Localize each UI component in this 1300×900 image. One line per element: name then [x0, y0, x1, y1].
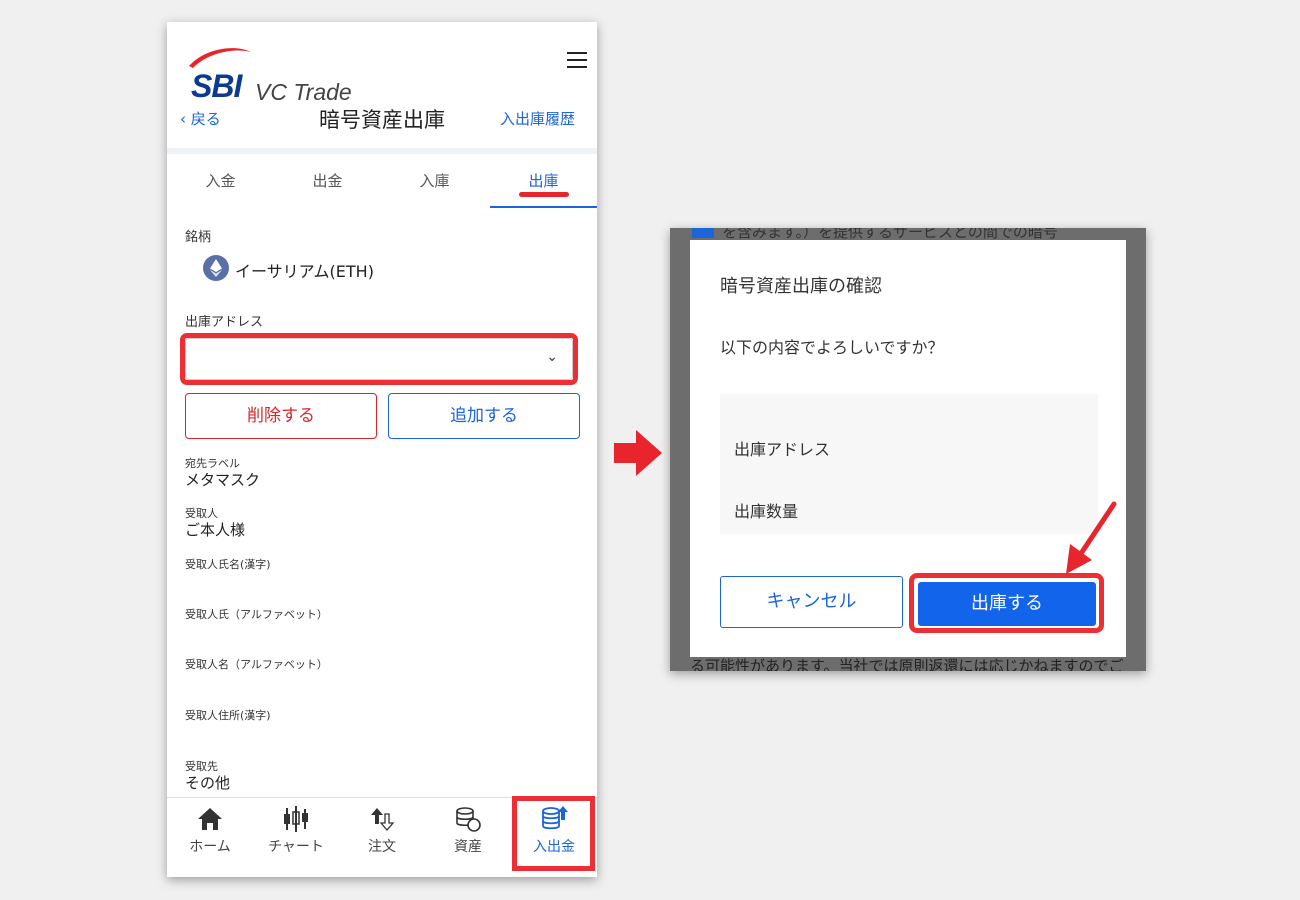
- nav-chart-label: チャート: [268, 839, 324, 855]
- logo-vc-trade-text: VC Trade: [255, 79, 352, 105]
- flow-arrow-right-icon: [614, 430, 662, 476]
- recipient-surname-alpha-label: 受取人氏（アルファベット）: [185, 608, 328, 621]
- brand-label: 銘柄: [185, 230, 212, 245]
- nav-red-highlight: [512, 796, 595, 871]
- cancel-button[interactable]: キャンセル: [720, 576, 903, 628]
- summary-address-label: 出庫アドレス: [734, 440, 831, 459]
- delete-button[interactable]: 削除する: [185, 393, 377, 439]
- phone-screen: SBI VC Trade ‹ 戻る 暗号資産出庫 入出庫履歴 入金 出金 入庫 …: [167, 22, 597, 877]
- address-label: 出庫アドレス: [185, 315, 264, 330]
- address-select-red-highlight: [180, 333, 578, 385]
- recipient-value: ご本人様: [185, 521, 246, 539]
- dialog-title: 暗号資産出庫の確認: [720, 276, 882, 297]
- nav-home-label: ホーム: [189, 839, 231, 855]
- logo-sbi-text: SBI: [191, 68, 242, 104]
- ethereum-icon: [203, 255, 229, 281]
- sbi-vc-trade-logo: SBI VC Trade: [185, 44, 385, 106]
- tab-deposit-yen[interactable]: 入金: [167, 170, 274, 191]
- confirm-red-highlight: [909, 573, 1104, 633]
- dialog-question: 以下の内容でよろしいですか？: [720, 338, 944, 357]
- active-tab-underline: [490, 206, 597, 208]
- brand-name: イーサリアム(ETH): [235, 262, 374, 281]
- home-icon: [198, 808, 222, 830]
- background-checkbox-icon: [692, 228, 714, 238]
- history-link[interactable]: 入出庫履歴: [500, 108, 575, 129]
- recipient-label-value: メタマスク: [185, 471, 261, 489]
- tab-withdraw-crypto[interactable]: 出庫: [490, 170, 597, 191]
- nav-assets[interactable]: 資産: [425, 798, 511, 877]
- recipient-name-kanji-label: 受取人氏名(漢字): [185, 558, 271, 571]
- tab-bar: 入金 出金 入庫 出庫: [167, 154, 597, 208]
- destination-value: その他: [185, 774, 231, 792]
- dialog-screenshot: を含みます。）を提供するサービスとの間での暗号 る可能性があります。当社では原則…: [670, 228, 1146, 671]
- tab-withdraw-yen[interactable]: 出金: [274, 170, 381, 191]
- candlestick-chart-icon: [284, 806, 308, 832]
- order-arrows-icon: [371, 808, 395, 831]
- dialog-summary-panel: 出庫アドレス 出庫数量: [720, 394, 1098, 534]
- coins-icon: [456, 807, 481, 832]
- active-tab-red-highlight: [519, 192, 569, 197]
- recipient-given-alpha-label: 受取人名（アルファベット）: [185, 658, 328, 671]
- nav-home[interactable]: ホーム: [167, 798, 253, 877]
- nav-assets-label: 資産: [454, 839, 482, 855]
- recipient-address-label: 受取人住所(漢字): [185, 709, 271, 722]
- add-button[interactable]: 追加する: [388, 393, 580, 439]
- nav-order-label: 注文: [368, 839, 396, 855]
- background-text-bottom: る可能性があります。当社では原則返還には応じかねますのでご: [690, 657, 1124, 671]
- hamburger-menu-icon[interactable]: [567, 52, 587, 68]
- nav-order[interactable]: 注文: [339, 798, 425, 877]
- summary-quantity-label: 出庫数量: [734, 502, 799, 521]
- nav-chart[interactable]: チャート: [253, 798, 339, 877]
- pointer-arrow-icon: [1066, 501, 1117, 574]
- tab-deposit-crypto[interactable]: 入庫: [381, 170, 488, 191]
